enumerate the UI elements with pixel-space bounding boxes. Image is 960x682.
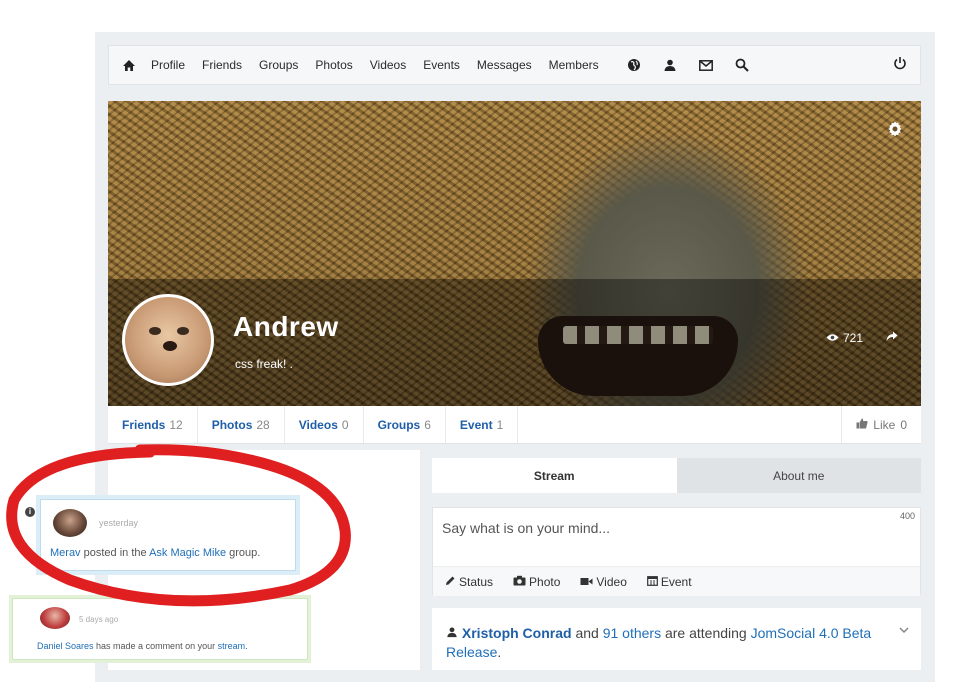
- mail-icon[interactable]: [688, 58, 724, 72]
- nav-groups[interactable]: Groups: [259, 58, 298, 72]
- top-nav: Profile Friends Groups Photos Videos Eve…: [108, 45, 921, 85]
- activity-text: Daniel Soares has made a comment on your…: [37, 641, 248, 651]
- photo-option[interactable]: Photo: [513, 575, 560, 589]
- avatar[interactable]: [53, 509, 87, 537]
- activity-group-link[interactable]: Ask Magic Mike: [149, 547, 226, 559]
- stat-videos[interactable]: Videos 0: [285, 406, 364, 443]
- view-count: 721: [826, 331, 863, 345]
- home-icon[interactable]: [119, 59, 139, 72]
- photo-option-label: Photo: [529, 574, 561, 589]
- tab-about-me[interactable]: About me: [676, 458, 921, 493]
- video-option-label: Video: [596, 574, 627, 589]
- cover-overlay: [108, 279, 921, 406]
- video-camera-icon: [580, 575, 593, 589]
- video-option[interactable]: Video: [580, 574, 627, 589]
- avatar[interactable]: [40, 607, 70, 629]
- globe-icon[interactable]: [616, 58, 652, 72]
- share-icon[interactable]: [886, 331, 898, 345]
- profile-stats: Friends 12 Photos 28 Videos 0 Groups 6 Event…: [108, 406, 921, 444]
- character-count: 400: [899, 511, 915, 521]
- stat-friends[interactable]: Friends 12: [108, 406, 198, 443]
- stat-friends-label: Friends: [122, 417, 166, 432]
- stat-videos-count: 0: [341, 417, 349, 432]
- activity-user-link[interactable]: Daniel Soares: [37, 641, 94, 651]
- nav-profile[interactable]: Profile: [151, 58, 185, 72]
- stream-post: Xristoph Conrad and 91 others are attend…: [432, 608, 921, 670]
- event-option-label: Event: [660, 574, 692, 589]
- user-icon[interactable]: [652, 58, 688, 72]
- nav-friends[interactable]: Friends: [202, 58, 242, 72]
- avatar[interactable]: [122, 294, 214, 386]
- search-icon[interactable]: [724, 58, 760, 72]
- nav-members[interactable]: Members: [549, 58, 599, 72]
- nav-videos[interactable]: Videos: [370, 58, 406, 72]
- camera-icon: [513, 575, 526, 589]
- nav-messages[interactable]: Messages: [477, 58, 532, 72]
- view-count-value: 721: [843, 331, 864, 345]
- activity-user-link[interactable]: Merav: [50, 547, 81, 559]
- chevron-down-icon[interactable]: [899, 622, 909, 636]
- composer-toolbar: Status Photo Video Event: [433, 566, 920, 596]
- stat-event-label: Event: [459, 417, 493, 432]
- nav-events[interactable]: Events: [423, 58, 460, 72]
- status-option-label: Status: [459, 574, 494, 589]
- stat-photos-count: 28: [256, 417, 270, 432]
- nav-icons: [616, 58, 760, 72]
- thumbs-up-icon: [856, 418, 868, 432]
- tab-stream[interactable]: Stream: [432, 458, 677, 493]
- power-icon[interactable]: [890, 56, 910, 70]
- calendar-icon: [646, 575, 658, 589]
- eye-icon: [826, 331, 839, 345]
- like-label: Like: [873, 417, 896, 432]
- activity-text: Merav posted in the Ask Magic Mike group…: [50, 547, 261, 559]
- status-composer: Say what is on your mind... 400 Status P…: [432, 507, 921, 596]
- activity-item[interactable]: 5 days ago Daniel Soares has made a comm…: [12, 598, 308, 660]
- status-option[interactable]: Status: [445, 575, 493, 589]
- nav-links: Profile Friends Groups Photos Videos Eve…: [151, 58, 616, 72]
- activity-stream-link[interactable]: stream: [218, 641, 246, 651]
- stat-videos-label: Videos: [298, 417, 338, 432]
- activity-time: 5 days ago: [79, 615, 119, 624]
- pencil-icon: [445, 575, 456, 589]
- post-others-link[interactable]: 91 others: [603, 625, 661, 641]
- user-icon: [446, 625, 458, 641]
- stat-groups[interactable]: Groups 6: [364, 406, 446, 443]
- stat-groups-label: Groups: [377, 417, 421, 432]
- content-tabs: Stream About me: [432, 458, 921, 493]
- stat-groups-count: 6: [424, 417, 431, 432]
- cover-photo: Andrew css freak! . 721: [108, 101, 921, 406]
- stat-photos[interactable]: Photos 28: [198, 406, 285, 443]
- gear-icon[interactable]: [887, 121, 903, 140]
- profile-name: Andrew: [233, 311, 339, 342]
- nav-photos[interactable]: Photos: [315, 58, 352, 72]
- post-user-link[interactable]: Xristoph Conrad: [462, 625, 572, 641]
- event-option[interactable]: Event: [646, 574, 692, 589]
- stat-photos-label: Photos: [211, 417, 253, 432]
- like-count: 0: [900, 417, 907, 432]
- status-input[interactable]: Say what is on your mind...: [442, 520, 610, 536]
- stat-event-count: 1: [496, 417, 504, 432]
- stat-event[interactable]: Event 1: [446, 406, 519, 443]
- activity-time: yesterday: [99, 518, 139, 528]
- stat-friends-count: 12: [169, 417, 183, 432]
- like-button[interactable]: Like 0: [841, 406, 921, 443]
- info-icon: i: [25, 507, 35, 517]
- post-text: Xristoph Conrad and 91 others are attend…: [446, 625, 872, 660]
- profile-tagline: css freak! .: [235, 357, 294, 371]
- activity-item[interactable]: yesterday Merav posted in the Ask Magic …: [40, 499, 296, 571]
